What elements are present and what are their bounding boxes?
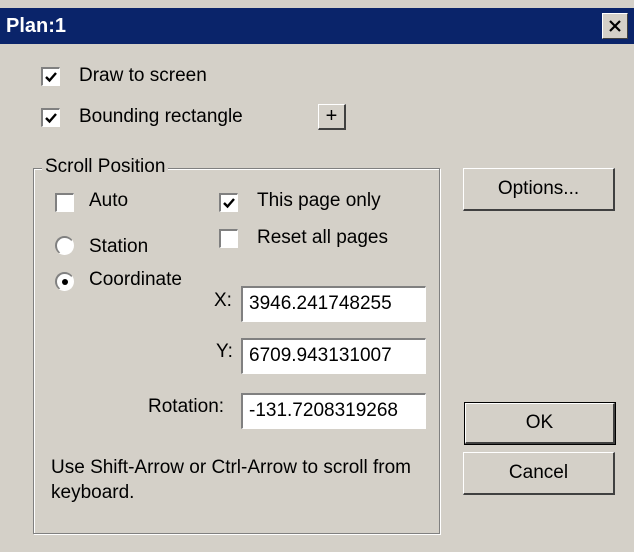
auto-label[interactable]: Auto: [89, 190, 128, 212]
bounding-rectangle-label[interactable]: Bounding rectangle: [79, 106, 243, 128]
close-button[interactable]: [602, 13, 628, 39]
plus-label: +: [325, 105, 338, 127]
reset-all-pages-label[interactable]: Reset all pages: [257, 227, 388, 249]
options-button-label: Options...: [497, 178, 580, 199]
draw-to-screen-label[interactable]: Draw to screen: [79, 65, 207, 87]
y-coordinate-field[interactable]: 6709.943131007: [241, 338, 426, 374]
ok-button[interactable]: OK: [464, 402, 616, 445]
auto-checkbox[interactable]: [55, 193, 74, 212]
checkmark-icon: [45, 72, 57, 83]
y-label: Y:: [216, 341, 233, 362]
plan-dialog: Plan:1 Draw to screen Bounding rectangle…: [0, 0, 634, 552]
this-page-only-checkbox[interactable]: [219, 193, 238, 212]
station-label[interactable]: Station: [89, 236, 148, 258]
checkmark-icon: [223, 198, 235, 209]
this-page-only-label[interactable]: This page only: [257, 190, 381, 212]
plus-button[interactable]: +: [318, 104, 346, 130]
cancel-button[interactable]: Cancel: [463, 452, 615, 495]
cancel-button-label: Cancel: [508, 462, 569, 483]
help-text: Use Shift-Arrow or Ctrl-Arrow to scroll …: [51, 457, 411, 503]
window-title: Plan:1: [6, 15, 67, 37]
checkmark-icon: [45, 113, 57, 124]
title-bar[interactable]: Plan:1: [0, 8, 634, 44]
station-radio[interactable]: [55, 236, 74, 255]
bounding-rectangle-checkbox[interactable]: [41, 108, 60, 127]
rotation-field[interactable]: -131.7208319268: [241, 393, 426, 429]
ok-button-label: OK: [525, 412, 554, 433]
options-button[interactable]: Options...: [463, 168, 615, 211]
rotation-label: Rotation:: [148, 396, 225, 417]
draw-to-screen-checkbox[interactable]: [41, 67, 60, 86]
close-icon: [609, 20, 621, 32]
coordinate-radio[interactable]: [55, 272, 74, 291]
x-label: X:: [214, 290, 232, 311]
reset-all-pages-checkbox[interactable]: [219, 229, 238, 248]
coordinate-label[interactable]: Coordinate: [89, 269, 182, 291]
x-coordinate-field[interactable]: 3946.241748255: [241, 286, 426, 322]
radio-dot-icon: [62, 279, 68, 285]
scroll-position-title: Scroll Position: [42, 156, 169, 178]
